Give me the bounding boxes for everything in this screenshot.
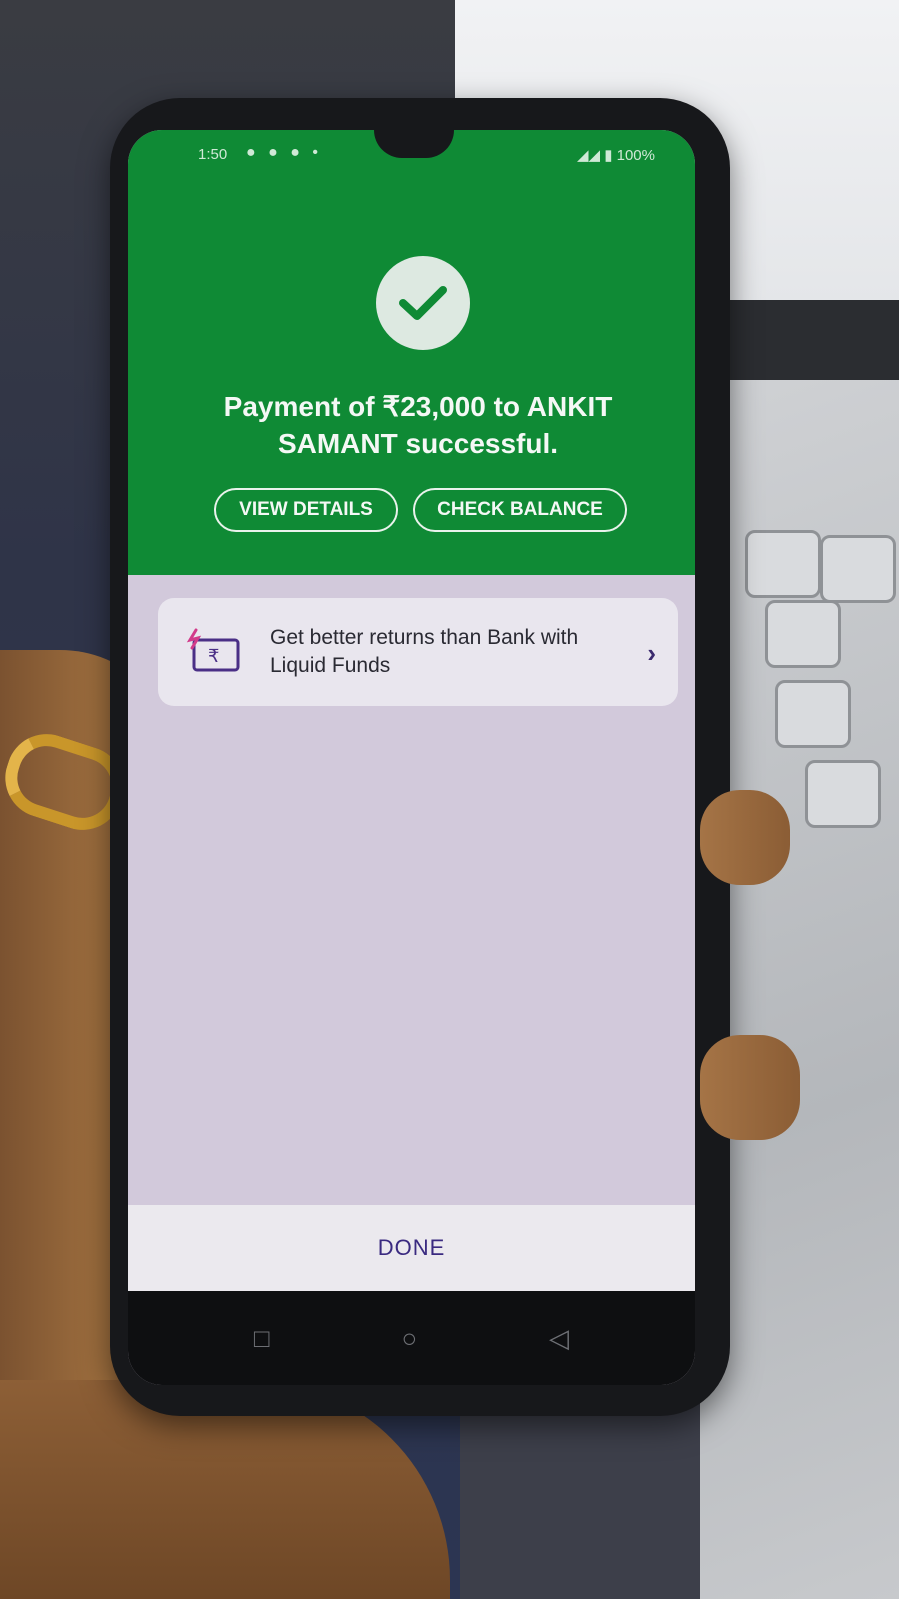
view-details-button[interactable]: VIEW DETAILS xyxy=(214,488,398,532)
notification-icons: ● ● ● • xyxy=(246,144,322,161)
finger xyxy=(700,1035,800,1140)
keyboard-key xyxy=(745,530,821,598)
keyboard-key xyxy=(765,600,841,668)
check-balance-button[interactable]: CHECK BALANCE xyxy=(413,488,627,532)
phone-screen: 1:50 ● ● ● • ◢◢ ▮ 100% Payment of ₹23,00… xyxy=(128,130,695,1385)
liquid-funds-promo-card[interactable]: ₹ Get better returns than Bank with Liqu… xyxy=(158,598,678,706)
status-time: 1:50 xyxy=(198,146,228,163)
signal-icon: ◢◢ ▮ xyxy=(576,147,613,164)
battery-level: 100% xyxy=(616,147,655,164)
success-check-badge xyxy=(376,256,470,350)
laptop-bezel xyxy=(720,300,899,390)
home-icon[interactable]: ○ xyxy=(401,1323,417,1354)
keyboard-key xyxy=(805,760,881,828)
chevron-right-icon: › xyxy=(647,638,656,668)
recent-apps-icon[interactable]: □ xyxy=(254,1323,270,1354)
success-header: 1:50 ● ● ● • ◢◢ ▮ 100% Payment of ₹23,00… xyxy=(128,130,695,575)
done-button[interactable]: DONE xyxy=(128,1205,695,1291)
finger xyxy=(700,790,790,885)
promo-text: Get better returns than Bank with Liquid… xyxy=(270,626,579,677)
check-icon xyxy=(399,286,447,320)
rupee-card-icon: ₹ xyxy=(186,628,240,672)
keyboard-key xyxy=(820,535,896,603)
back-icon[interactable]: ◁ xyxy=(549,1323,569,1354)
payment-success-message: Payment of ₹23,000 to ANKIT SAMANT succe… xyxy=(223,391,613,459)
svg-text:₹: ₹ xyxy=(208,646,219,667)
status-battery: ◢◢ ▮ 100% xyxy=(577,146,655,164)
keyboard-key xyxy=(775,680,851,748)
android-nav-bar: □ ○ ◁ xyxy=(128,1291,695,1385)
